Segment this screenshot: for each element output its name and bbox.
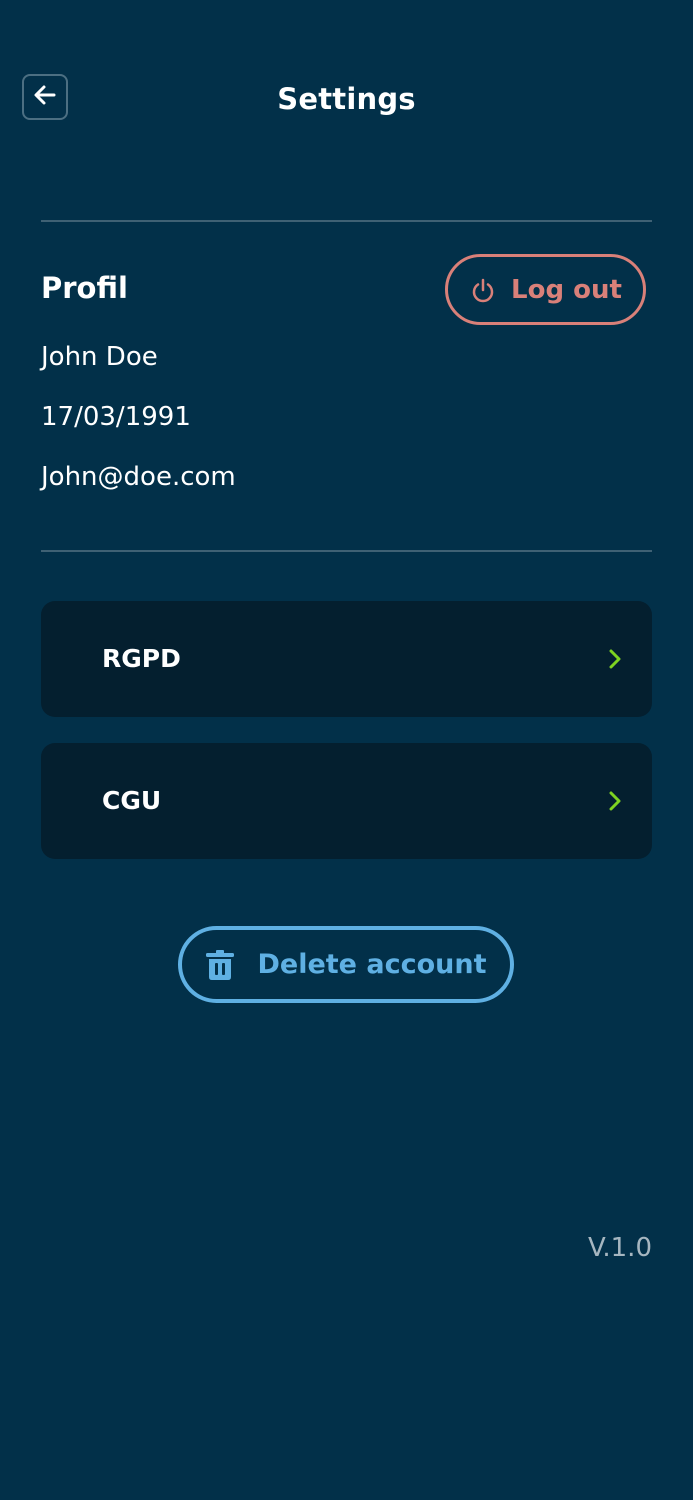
delete-account-button[interactable]: Delete account (178, 926, 514, 1003)
profile-email: John@doe.com (41, 462, 236, 492)
menu-item-cgu[interactable]: CGU (41, 743, 652, 859)
app-version: V.1.0 (587, 1233, 652, 1263)
chevron-right-icon (608, 649, 622, 669)
trash-icon (205, 949, 235, 981)
page-title: Settings (277, 82, 416, 116)
menu-item-rgpd[interactable]: RGPD (41, 601, 652, 717)
logout-button[interactable]: Log out (445, 254, 646, 325)
profile-section-title: Profil (41, 271, 128, 305)
logout-label: Log out (511, 274, 622, 305)
divider-top (41, 220, 652, 222)
menu-item-label: CGU (102, 786, 162, 815)
divider-bottom (41, 550, 652, 552)
power-icon (469, 276, 497, 304)
profile-name: John Doe (41, 342, 158, 372)
delete-account-label: Delete account (257, 949, 487, 980)
profile-birth-date: 17/03/1991 (41, 402, 191, 432)
chevron-right-icon (608, 791, 622, 811)
menu-item-label: RGPD (102, 644, 181, 673)
